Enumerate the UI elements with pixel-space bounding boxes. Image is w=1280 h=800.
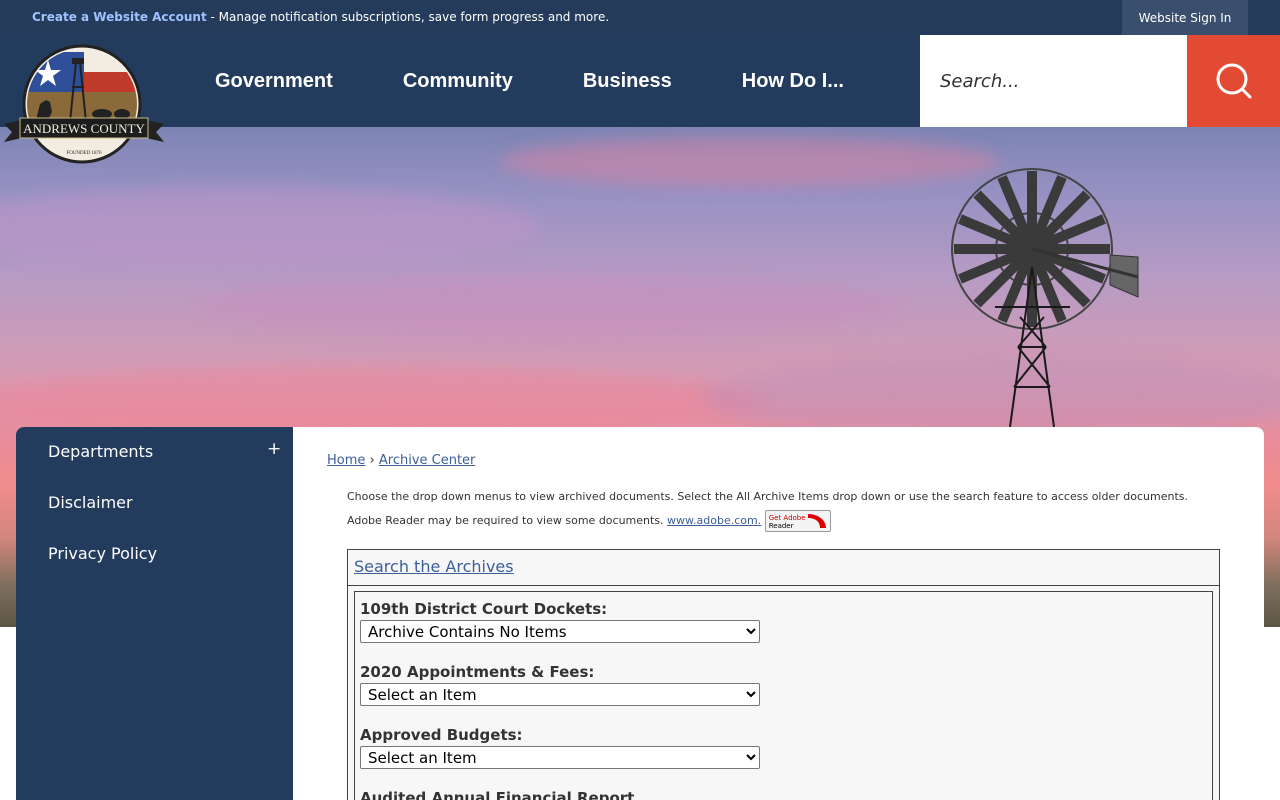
- sidebar-item-privacy-policy[interactable]: Privacy Policy: [48, 544, 157, 563]
- archive-label-district-court: 109th District Court Dockets:: [360, 600, 608, 618]
- sidebar-navigation: Departments + Disclaimer Privacy Policy: [16, 427, 293, 800]
- sidebar-item-departments[interactable]: Departments: [48, 442, 153, 461]
- sidebar-item-disclaimer[interactable]: Disclaimer: [48, 493, 133, 512]
- archive-select-approved-budgets[interactable]: Select an Item: [360, 746, 760, 769]
- logo-founded-text: FOUNDED 1876: [66, 151, 102, 156]
- archive-label-appointments-fees: 2020 Appointments & Fees:: [360, 663, 595, 681]
- archive-instructions: Choose the drop down menus to view archi…: [347, 485, 1197, 533]
- adobe-swirl-icon: [807, 514, 826, 528]
- account-message: Create a Website Account - Manage notifi…: [32, 10, 609, 24]
- account-description: - Manage notification subscriptions, sav…: [206, 10, 610, 24]
- nav-item-business[interactable]: Business: [548, 35, 707, 127]
- archive-list: 109th District Court Dockets: Archive Co…: [354, 591, 1213, 800]
- archive-label-audited-report: Audited Annual Financial Report: [360, 789, 635, 800]
- search-icon: [1216, 63, 1251, 99]
- badge-line-1: Get Adobe: [768, 514, 806, 522]
- archive-select-appointments-fees[interactable]: Select an Item: [360, 683, 760, 706]
- archive-select-district-court[interactable]: Archive Contains No Items: [360, 620, 760, 643]
- archive-search-panel: Search the Archives 109th District Court…: [347, 549, 1220, 800]
- badge-line-2: Reader: [768, 522, 794, 530]
- site-header: Government Community Business How Do I..…: [0, 35, 1280, 127]
- nav-item-government[interactable]: Government: [180, 35, 368, 127]
- archive-panel-header: Search the Archives: [348, 550, 1219, 586]
- get-adobe-reader-badge[interactable]: Get Adobe Reader: [764, 510, 831, 532]
- expand-departments-icon[interactable]: +: [267, 439, 281, 459]
- windmill-illustration: [951, 168, 1139, 427]
- nav-item-community[interactable]: Community: [368, 35, 548, 127]
- main-navigation: Government Community Business How Do I..…: [180, 35, 879, 127]
- adobe-link[interactable]: www.adobe.com.: [667, 514, 761, 527]
- breadcrumb: Home › Archive Center: [327, 453, 475, 468]
- archive-field: 109th District Court Dockets: Archive Co…: [360, 600, 1207, 643]
- archive-field: Audited Annual Financial Report Select a…: [360, 789, 1207, 800]
- main-content: Home › Archive Center Choose the drop do…: [293, 427, 1264, 800]
- archive-field: 2020 Appointments & Fees: Select an Item: [360, 663, 1207, 706]
- breadcrumb-home[interactable]: Home: [327, 453, 365, 468]
- archive-field: Approved Budgets: Select an Item: [360, 726, 1207, 769]
- andrews-county-logo[interactable]: ANDREWS COUNTY FOUNDED 1876: [0, 42, 168, 166]
- create-account-link[interactable]: Create a Website Account: [32, 10, 207, 24]
- search-archives-link[interactable]: Search the Archives: [354, 557, 514, 576]
- breadcrumb-archive-center[interactable]: Archive Center: [379, 453, 476, 468]
- logo-text: ANDREWS COUNTY: [23, 121, 145, 136]
- breadcrumb-separator: ›: [369, 453, 375, 468]
- nav-item-how-do-i[interactable]: How Do I...: [707, 35, 879, 127]
- search-button[interactable]: [1187, 35, 1280, 127]
- search-input[interactable]: [920, 35, 1187, 127]
- top-utility-bar: Create a Website Account - Manage notifi…: [0, 0, 1280, 35]
- website-sign-in-button[interactable]: Website Sign In: [1122, 0, 1248, 35]
- archive-label-approved-budgets: Approved Budgets:: [360, 726, 523, 744]
